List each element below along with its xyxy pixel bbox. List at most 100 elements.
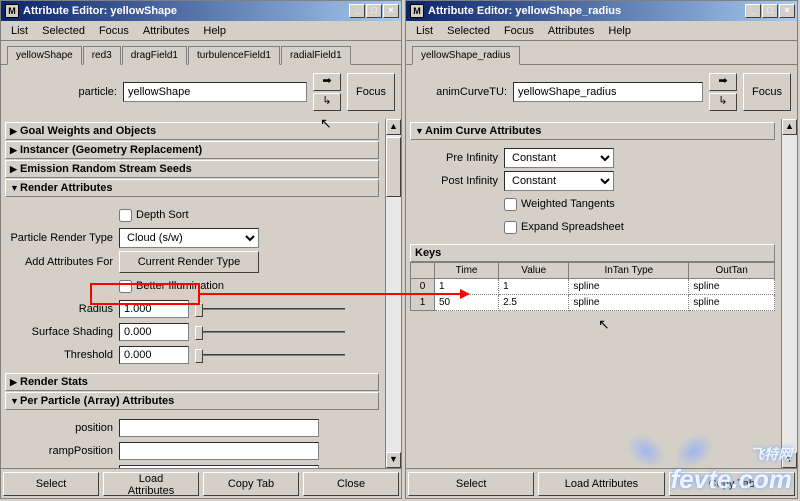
per-particle-body: position rampPosition velocity rampVeloc…	[5, 411, 379, 468]
expand-spreadsheet-label: Expand Spreadsheet	[521, 221, 624, 233]
load-attributes-button[interactable]: Load Attributes	[103, 472, 199, 496]
attribute-editor-right: M Attribute Editor: yellowShape_radius _…	[405, 0, 798, 499]
better-illumination-checkbox[interactable]	[119, 280, 132, 293]
go-out-button[interactable]: ↳	[709, 93, 737, 111]
menu-help[interactable]: Help	[602, 23, 637, 39]
better-illumination-label: Better Illumination	[136, 280, 224, 292]
tabbar: yellowShape_radius	[406, 41, 797, 65]
section-render-attributes[interactable]: Render Attributes	[5, 179, 379, 197]
surface-shading-input[interactable]	[119, 323, 189, 341]
go-out-button[interactable]: ↳	[313, 93, 341, 111]
section-emission[interactable]: Emission Random Stream Seeds	[5, 160, 379, 178]
copy-tab-button[interactable]: Copy Tab	[669, 472, 795, 496]
menu-focus[interactable]: Focus	[498, 23, 540, 39]
pre-infinity-label: Pre Infinity	[412, 152, 504, 164]
select-button[interactable]: Select	[408, 472, 534, 496]
minimize-button[interactable]: _	[745, 4, 761, 18]
menu-focus[interactable]: Focus	[93, 23, 135, 39]
keys-header: Keys	[410, 244, 775, 262]
weighted-tangents-checkbox[interactable]	[504, 198, 517, 211]
section-anim-curve[interactable]: Anim Curve Attributes	[410, 122, 775, 140]
bottom-bar: Select Load Attributes Copy Tab	[406, 468, 797, 498]
radius-input[interactable]	[119, 300, 189, 318]
go-in-button[interactable]: ➡	[313, 73, 341, 91]
section-render-stats[interactable]: Render Stats	[5, 373, 379, 391]
maximize-button[interactable]: □	[762, 4, 778, 18]
surface-shading-label: Surface Shading	[7, 326, 119, 338]
window-title: Attribute Editor: yellowShape_radius	[428, 5, 745, 17]
current-render-type-button[interactable]: Current Render Type	[119, 251, 259, 273]
go-in-button[interactable]: ➡	[709, 73, 737, 91]
prt-label: Particle Render Type	[7, 232, 119, 244]
tab-radial[interactable]: radialField1	[281, 46, 351, 65]
close-button-bottom[interactable]: Close	[303, 472, 399, 496]
particle-render-type-dropdown[interactable]: Cloud (s/w)	[119, 228, 259, 248]
section-instancer[interactable]: Instancer (Geometry Replacement)	[5, 141, 379, 159]
threshold-input[interactable]	[119, 346, 189, 364]
annotation-arrow	[200, 293, 460, 295]
menu-selected[interactable]: Selected	[36, 23, 91, 39]
menu-selected[interactable]: Selected	[441, 23, 496, 39]
keys-col-intan: InTan Type	[569, 263, 689, 279]
tabbar: yellowShape red3 dragField1 turbulenceFi…	[1, 41, 401, 65]
keys-col-time: Time	[435, 263, 499, 279]
ramp-position-input[interactable]	[119, 442, 319, 460]
menubar: List Selected Focus Attributes Help	[406, 21, 797, 41]
scroll-down-button[interactable]: ▼	[386, 452, 401, 468]
depth-sort-label: Depth Sort	[136, 209, 189, 221]
menu-attributes[interactable]: Attributes	[542, 23, 600, 39]
scroll-up-button[interactable]: ▲	[386, 119, 401, 135]
keys-header-row: Time Value InTan Type OutTan	[411, 263, 775, 279]
titlebar[interactable]: M Attribute Editor: yellowShape _ □ ×	[1, 1, 401, 21]
maximize-button[interactable]: □	[366, 4, 382, 18]
attribute-editor-left: M Attribute Editor: yellowShape _ □ × Li…	[0, 0, 402, 499]
copy-tab-button[interactable]: Copy Tab	[203, 472, 299, 496]
expand-spreadsheet-checkbox[interactable]	[504, 221, 517, 234]
focus-button[interactable]: Focus	[743, 73, 791, 111]
pre-infinity-dropdown[interactable]: Constant	[504, 148, 614, 168]
radius-slider[interactable]	[195, 302, 345, 316]
focus-button[interactable]: Focus	[347, 73, 395, 111]
scrollbar[interactable]: ▲ ▼	[781, 119, 797, 468]
select-button[interactable]: Select	[3, 472, 99, 496]
tab-dragfield[interactable]: dragField1	[122, 46, 187, 65]
window-title: Attribute Editor: yellowShape	[23, 5, 349, 17]
scroll-thumb[interactable]	[386, 137, 401, 197]
menu-help[interactable]: Help	[197, 23, 232, 39]
keys-col-outtan: OutTan	[689, 263, 775, 279]
animcurve-input[interactable]	[513, 82, 703, 102]
ramp-position-label: rampPosition	[7, 445, 119, 457]
menu-list[interactable]: List	[410, 23, 439, 39]
menu-list[interactable]: List	[5, 23, 34, 39]
app-icon: M	[5, 4, 19, 18]
animcurve-label: animCurveTU:	[412, 86, 507, 98]
object-row: particle: ➡ ↳ Focus	[1, 65, 401, 119]
bottom-bar: Select Load Attributes Copy Tab Close	[1, 468, 401, 498]
close-button[interactable]: ×	[779, 4, 795, 18]
depth-sort-checkbox[interactable]	[119, 209, 132, 222]
keys-col-idx	[411, 263, 435, 279]
close-button[interactable]: ×	[383, 4, 399, 18]
load-attributes-button[interactable]: Load Attributes	[538, 472, 664, 496]
velocity-input[interactable]	[119, 465, 319, 468]
section-per-particle[interactable]: Per Particle (Array) Attributes	[5, 392, 379, 410]
particle-label: particle:	[7, 86, 117, 98]
object-row: animCurveTU: ➡ ↳ Focus	[406, 65, 797, 119]
scroll-up-button[interactable]: ▲	[782, 119, 797, 135]
minimize-button[interactable]: _	[349, 4, 365, 18]
post-infinity-dropdown[interactable]: Constant	[504, 171, 614, 191]
tab-red3[interactable]: red3	[83, 46, 121, 65]
section-goal[interactable]: Goal Weights and Objects	[5, 122, 379, 140]
threshold-slider[interactable]	[195, 348, 345, 362]
surface-shading-slider[interactable]	[195, 325, 345, 339]
scroll-down-button[interactable]: ▼	[782, 452, 797, 468]
tab-turbulence[interactable]: turbulenceField1	[188, 46, 280, 65]
keys-col-value: Value	[499, 263, 569, 279]
particle-input[interactable]	[123, 82, 307, 102]
tab-yellowshape[interactable]: yellowShape	[7, 46, 82, 65]
titlebar[interactable]: M Attribute Editor: yellowShape_radius _…	[406, 1, 797, 21]
keys-table: Time Value InTan Type OutTan 0 1 1 splin…	[410, 262, 775, 311]
tab-yellowshape-radius[interactable]: yellowShape_radius	[412, 46, 520, 65]
menu-attributes[interactable]: Attributes	[137, 23, 195, 39]
position-input[interactable]	[119, 419, 319, 437]
